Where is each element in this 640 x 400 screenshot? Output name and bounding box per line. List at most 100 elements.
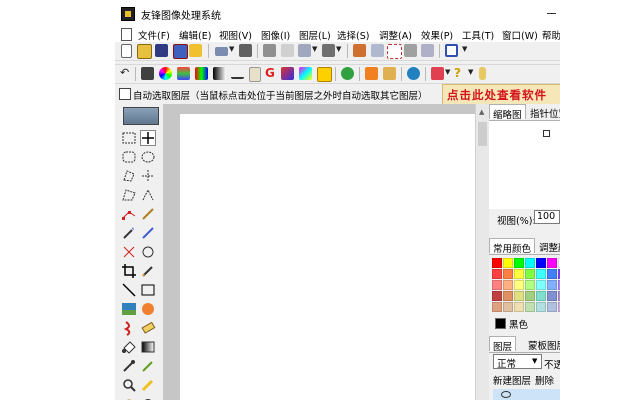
magic-select-icon[interactable] [140, 225, 156, 241]
color-swatch[interactable] [558, 269, 560, 279]
color-swatch[interactable] [503, 258, 513, 268]
scan-icon[interactable] [189, 44, 202, 57]
color-swatch[interactable] [558, 291, 560, 301]
tab-layers[interactable]: 图层 [489, 336, 517, 353]
blend-mode-select[interactable]: 正常 ▼ [493, 354, 542, 370]
color-swatch[interactable] [514, 258, 524, 268]
paste-icon[interactable] [322, 44, 335, 57]
color-swatch[interactable] [514, 302, 524, 312]
stamp-icon[interactable] [140, 301, 156, 317]
chevron-down-icon[interactable]: ▼ [336, 45, 341, 53]
gear-icon[interactable] [140, 396, 156, 400]
cut-icon[interactable] [263, 44, 276, 57]
tab-adjust-colors[interactable]: 调整颜色 [536, 238, 560, 254]
pencil-icon[interactable] [140, 263, 156, 279]
menu-edit[interactable]: 编辑(E) [179, 28, 211, 42]
color-swatch[interactable] [547, 291, 557, 301]
puzzle-icon[interactable] [365, 67, 378, 80]
text-icon[interactable] [249, 67, 261, 82]
bars-icon[interactable] [195, 67, 208, 80]
color-swatch[interactable] [525, 302, 535, 312]
camera-icon[interactable] [141, 67, 154, 80]
line-tool-icon[interactable] [121, 282, 137, 298]
color-swatch[interactable] [558, 280, 560, 290]
save-icon[interactable] [155, 44, 168, 57]
bars-icon[interactable] [213, 67, 226, 80]
foreground-color-swatch[interactable] [495, 318, 506, 329]
navigator-preview[interactable] [489, 121, 560, 209]
color-swatch[interactable] [536, 302, 546, 312]
new-layer-button[interactable]: 新建图层 [493, 373, 531, 387]
transform-icon[interactable] [121, 244, 137, 260]
move-icon[interactable] [140, 130, 156, 146]
image-size-icon[interactable] [353, 44, 366, 57]
promo-banner[interactable]: 点击此处查看软件 [442, 84, 560, 106]
color-swatch[interactable] [536, 280, 546, 290]
color-swatch[interactable] [536, 258, 546, 268]
auto-select-checkbox[interactable] [119, 88, 131, 100]
crop-tool-icon[interactable] [121, 263, 137, 279]
menu-file[interactable]: 文件(F) [138, 28, 170, 42]
eraser-icon[interactable] [140, 320, 156, 336]
cube-icon[interactable] [317, 67, 332, 82]
search-icon[interactable] [341, 67, 354, 80]
color-swatch[interactable] [492, 302, 502, 312]
brush-tool-icon[interactable] [140, 358, 156, 374]
color-swatch[interactable] [525, 258, 535, 268]
color-swatch[interactable] [525, 269, 535, 279]
spotlight-icon[interactable] [431, 67, 444, 80]
color-swatch[interactable] [514, 291, 524, 301]
chevron-down-icon[interactable]: ▼ [445, 68, 450, 76]
crop-icon[interactable] [387, 44, 402, 59]
vertical-scrollbar[interactable]: ▲ [475, 104, 489, 400]
fill-icon[interactable] [299, 67, 312, 80]
menu-image[interactable]: 图像(I) [261, 28, 290, 42]
menu-view[interactable]: 视图(V) [219, 28, 252, 42]
scan-icon[interactable] [215, 47, 228, 56]
color-swatch[interactable] [492, 291, 502, 301]
eyedropper-icon[interactable] [121, 358, 137, 374]
color-swatch[interactable] [492, 280, 502, 290]
globe-icon[interactable] [407, 67, 420, 80]
magic-wand-icon[interactable] [121, 225, 137, 241]
brush-icon[interactable] [404, 44, 417, 57]
color-wheel-icon[interactable] [159, 67, 172, 80]
curves-icon[interactable] [231, 71, 244, 79]
new-file-icon[interactable] [121, 44, 132, 58]
polygon-select-icon[interactable] [121, 187, 137, 203]
undo-icon[interactable]: ↶ [120, 67, 133, 80]
document-menu-icon[interactable] [121, 28, 132, 41]
gradient-icon[interactable] [177, 67, 190, 80]
rectangle-tool-icon[interactable] [140, 282, 156, 298]
color-swatch[interactable] [503, 291, 513, 301]
line-select-icon[interactable] [140, 168, 156, 184]
menu-tools[interactable]: 工具(T) [462, 28, 494, 42]
chevron-down-icon[interactable]: ▼ [462, 45, 467, 53]
color-swatch[interactable] [525, 291, 535, 301]
puzzle-icon[interactable] [383, 67, 396, 80]
tab-thumbnail[interactable]: 缩略图 [489, 104, 526, 121]
menu-window[interactable]: 窗口(W) [502, 28, 538, 42]
color-swatch[interactable] [492, 269, 502, 279]
color-swatch[interactable] [525, 280, 535, 290]
copy-icon[interactable] [298, 44, 311, 57]
color-swatch[interactable] [514, 269, 524, 279]
rotate-icon[interactable] [140, 244, 156, 260]
highlight-pen-icon[interactable] [140, 377, 156, 393]
path-node-icon[interactable] [121, 206, 137, 222]
cut-icon[interactable] [281, 44, 294, 57]
freeform-select-icon[interactable] [140, 187, 156, 203]
color-swatch[interactable] [547, 302, 557, 312]
g-icon[interactable]: G [265, 67, 278, 80]
lasso-icon[interactable] [121, 168, 137, 184]
pen-select-icon[interactable] [140, 206, 156, 222]
color-swatch[interactable] [547, 280, 557, 290]
menu-layer[interactable]: 图层(L) [299, 28, 331, 42]
menu-select[interactable]: 选择(S) [337, 28, 369, 42]
color-swatch[interactable] [503, 269, 513, 279]
color-swatch[interactable] [547, 269, 557, 279]
tab-pointer-position[interactable]: 指针位置 [527, 104, 560, 120]
scroll-up-icon[interactable]: ▲ [479, 108, 484, 116]
color-swatch[interactable] [547, 258, 557, 268]
color-swatch[interactable] [514, 280, 524, 290]
